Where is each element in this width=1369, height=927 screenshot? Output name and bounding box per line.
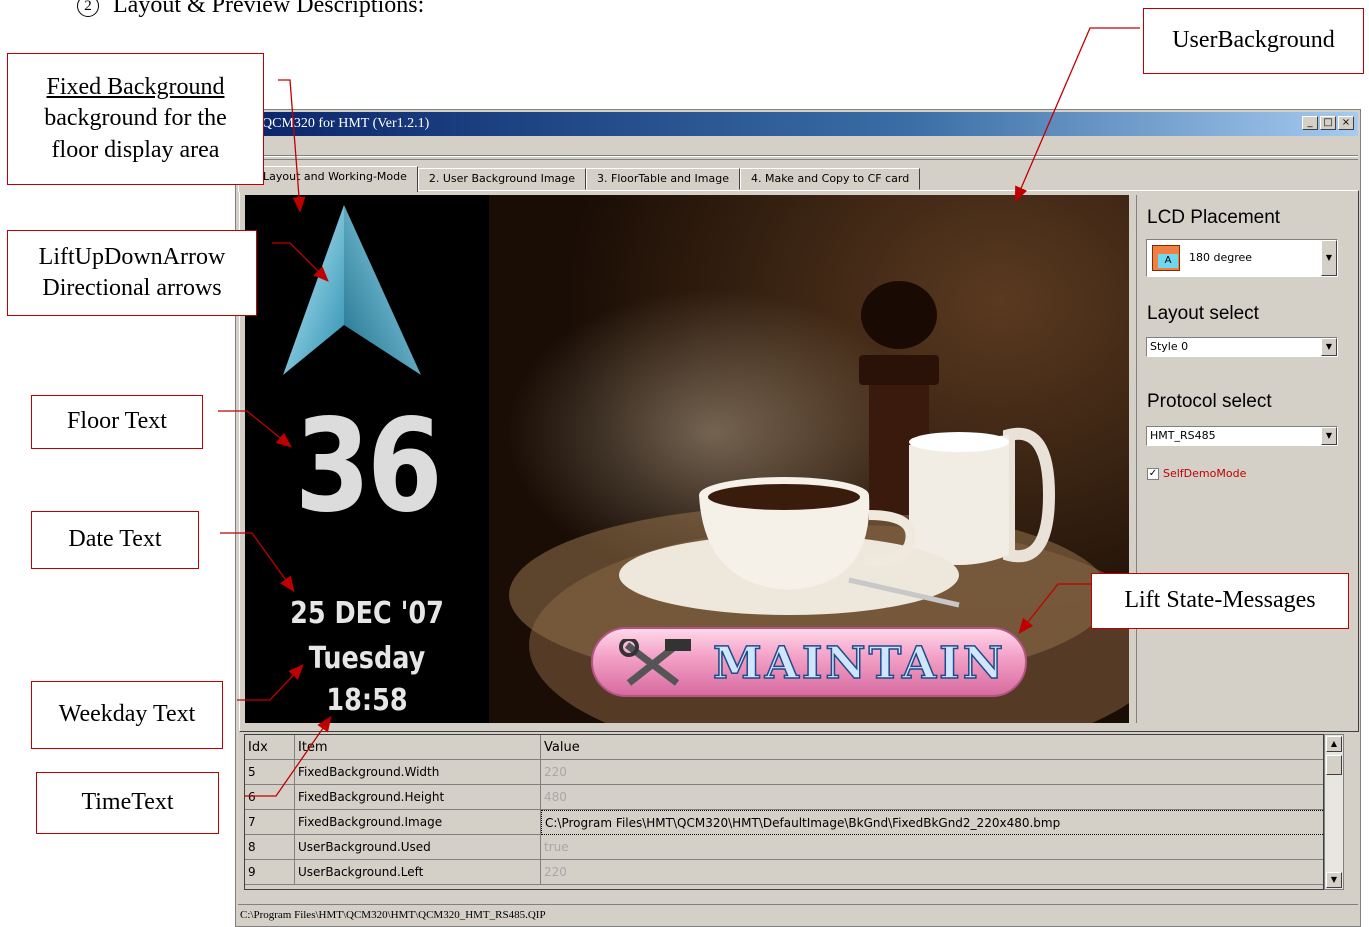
scroll-up-icon[interactable]: ▲ xyxy=(1326,736,1342,752)
date-text: 25 DEC '07 xyxy=(290,596,444,631)
self-demo-checkbox[interactable]: ✓ SelfDemoMode xyxy=(1147,467,1246,480)
lcd-placement-heading: LCD Placement xyxy=(1147,207,1281,228)
grid-header-item: Item xyxy=(295,735,541,760)
grid-cell-idx: 5 xyxy=(245,760,295,785)
tab-make-copy-cf[interactable]: 4. Make and Copy to CF card xyxy=(739,168,921,190)
toolbar-divider xyxy=(238,156,1358,160)
status-bar: C:\Program Files\HMT\QCM320\HMT\QCM320_H… xyxy=(238,904,1358,924)
grid-cell-item: FixedBackground.Height xyxy=(295,785,541,810)
protocol-select[interactable]: HMT_RS485 ▼ xyxy=(1146,426,1338,446)
protocol-select-heading: Protocol select xyxy=(1147,391,1272,412)
tab-floor-table[interactable]: 3. FloorTable and Image xyxy=(586,168,740,190)
window-title: QCM320 for HMT (Ver1.2.1) xyxy=(262,116,430,131)
callout-lift-arrow-title: LiftUpDownArrow xyxy=(38,243,226,270)
grid-cell-item: UserBackground.Used xyxy=(295,835,541,860)
chevron-down-icon[interactable]: ▼ xyxy=(1321,338,1337,356)
layout-select[interactable]: Style 0 ▼ xyxy=(1146,337,1338,357)
layout-select-value: Style 0 xyxy=(1150,340,1189,353)
lift-state-message: MAINTAIN xyxy=(591,627,1027,697)
fixed-background: 36 25 DEC '07 Tuesday 18:58 xyxy=(245,195,489,723)
lcd-orientation-letter: A xyxy=(1158,254,1178,268)
scroll-down-icon[interactable]: ▼ xyxy=(1326,872,1342,888)
grid-cell-idx: 7 xyxy=(245,810,295,835)
grid-header-idx: Idx xyxy=(245,735,295,760)
callout-fixed-background-desc2: floor display area xyxy=(51,136,220,163)
checkmark-icon[interactable]: ✓ xyxy=(1147,467,1159,480)
callout-user-background: UserBackground xyxy=(1143,8,1364,74)
title-bar: QCM320 for HMT (Ver1.2.1) _ □ × xyxy=(238,112,1358,136)
app-window: QCM320 for HMT (Ver1.2.1) _ □ × 1. Layou… xyxy=(235,109,1361,927)
callout-date-text: Date Text xyxy=(31,511,199,569)
self-demo-label: SelfDemoMode xyxy=(1163,467,1247,480)
lcd-placement-select[interactable]: A 180 degree ▼ xyxy=(1146,239,1338,277)
protocol-select-value: HMT_RS485 xyxy=(1150,429,1216,442)
table-row[interactable]: 8 UserBackground.Used true xyxy=(245,835,1323,860)
lcd-orientation-icon: A xyxy=(1152,245,1180,271)
grid-cell-idx: 8 xyxy=(245,835,295,860)
grid-cell-item: FixedBackground.Width xyxy=(295,760,541,785)
lcd-placement-value: 180 degree xyxy=(1189,251,1253,264)
callout-floor-text: Floor Text xyxy=(31,395,203,449)
layout-select-heading: Layout select xyxy=(1147,303,1259,324)
floor-text: 36 xyxy=(294,392,443,541)
callout-time-text: TimeText xyxy=(36,772,219,834)
table-row[interactable]: 7 FixedBackground.Image C:\Program Files\H… xyxy=(245,810,1323,835)
grid-header-row: Idx Item Value xyxy=(245,735,1323,760)
scroll-thumb[interactable] xyxy=(1326,755,1342,775)
grid-cell-item: FixedBackground.Image xyxy=(295,810,541,835)
lift-up-arrow-icon xyxy=(283,205,421,375)
table-row[interactable]: 6 FixedBackground.Height 480 xyxy=(245,785,1323,810)
callout-fixed-background-desc1: background for the xyxy=(44,105,227,132)
grid-cell-value: true xyxy=(541,835,1323,860)
grid-cell-item: UserBackground.Left xyxy=(295,860,541,885)
callout-weekday-text: Weekday Text xyxy=(31,681,223,749)
table-row[interactable]: 5 FixedBackground.Width 220 xyxy=(245,760,1323,785)
tab-layout-working-mode[interactable]: 1. Layout and Working-Mode xyxy=(238,166,418,192)
grid-scrollbar[interactable]: ▲ ▼ xyxy=(1324,734,1344,890)
grid-cell-value: 220 xyxy=(541,760,1323,785)
lcd-preview: 36 25 DEC '07 Tuesday 18:58 MAINTAIN xyxy=(245,195,1129,723)
callout-lift-state: Lift State-Messages xyxy=(1091,573,1349,629)
grid-cell-idx: 6 xyxy=(245,785,295,810)
settings-side-panel: LCD Placement A 180 degree ▼ Layout sele… xyxy=(1136,195,1354,723)
grid-cell-value: 220 xyxy=(541,860,1323,885)
callout-fixed-background: Fixed Background background for the floo… xyxy=(7,53,264,185)
tools-icon xyxy=(619,639,691,686)
weekday-text: Tuesday xyxy=(308,641,426,676)
callout-lift-arrow: LiftUpDownArrow Directional arrows xyxy=(7,230,257,316)
close-button[interactable]: × xyxy=(1338,116,1354,130)
callout-fixed-background-title: Fixed Background xyxy=(46,74,225,101)
grid-cell-value: C:\Program Files\HMT\QCM320\HMT\DefaultI… xyxy=(541,810,1323,835)
tab-strip: 1. Layout and Working-Mode 2. User Backg… xyxy=(238,166,921,192)
state-message-text: MAINTAIN xyxy=(712,638,1006,690)
heading-text: Layout & Preview Descriptions: xyxy=(113,0,425,18)
time-text: 18:58 xyxy=(326,683,408,718)
tab-panel: 36 25 DEC '07 Tuesday 18:58 MAINTAIN LCD… xyxy=(239,190,1359,732)
grid-header-value: Value xyxy=(541,735,1323,760)
callout-lift-arrow-desc: Directional arrows xyxy=(42,275,222,301)
doc-heading: 2 Layout & Preview Descriptions: xyxy=(77,0,424,19)
table-row[interactable]: 9 UserBackground.Left 220 xyxy=(245,860,1323,885)
minimize-button[interactable]: _ xyxy=(1302,116,1318,130)
grid-cell-idx: 9 xyxy=(245,860,295,885)
grid-cell-value: 480 xyxy=(541,785,1323,810)
menu-bar xyxy=(238,136,1358,156)
chevron-down-icon[interactable]: ▼ xyxy=(1321,427,1337,445)
chevron-down-icon[interactable]: ▼ xyxy=(1321,240,1337,276)
tab-user-background[interactable]: 2. User Background Image xyxy=(417,168,587,190)
property-grid: Idx Item Value 5 FixedBackground.Width 220 6 Fi… xyxy=(244,734,1324,890)
maximize-button[interactable]: □ xyxy=(1320,116,1336,130)
heading-number: 2 xyxy=(77,0,99,17)
